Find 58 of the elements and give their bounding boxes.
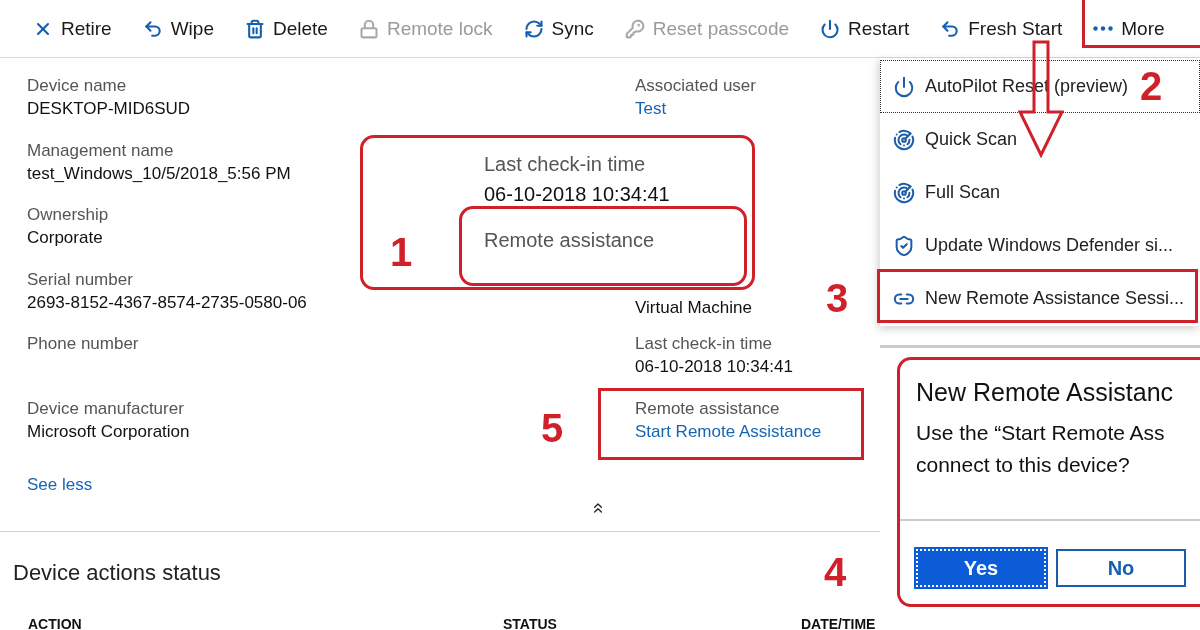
toolbar-button[interactable]: Retire <box>33 17 112 40</box>
property-label: Remote assistance <box>635 398 780 419</box>
property-value: test_Windows_10/5/2018_5:56 PM <box>27 162 291 185</box>
property-label: Associated user <box>635 76 756 96</box>
property-value: 06-10-2018 10:34:41 <box>635 356 793 379</box>
property-label: Device name <box>27 76 127 96</box>
menu-item[interactable]: New Remote Assistance Sessi... <box>880 272 1200 325</box>
property-link[interactable]: Start Remote Assistance <box>635 418 822 445</box>
trash-icon <box>245 18 265 39</box>
more-icon <box>1093 26 1114 31</box>
key-icon <box>624 18 645 39</box>
shield-icon <box>893 234 915 257</box>
section-title: Device actions status <box>13 560 221 586</box>
property-label: Management name <box>27 140 174 161</box>
power-icon <box>893 75 915 98</box>
radar-icon <box>893 128 915 151</box>
property-value: 2693-8152-4367-8574-2735-0580-06 <box>27 291 307 314</box>
column-header: ACTION <box>28 616 83 630</box>
toolbar-button[interactable]: Restart <box>820 17 910 40</box>
sync-icon <box>523 18 544 39</box>
step-number: 3 <box>826 278 849 318</box>
step-number: 1 <box>390 232 413 272</box>
property-value: Corporate <box>27 227 103 250</box>
property-label: Phone number <box>27 334 139 355</box>
undo-arrow-icon <box>142 18 163 39</box>
dialog-button[interactable]: No <box>1056 549 1186 587</box>
property-label: Last check-in time <box>635 334 772 355</box>
property-value: 06-10-2018 10:34:41 <box>484 183 670 206</box>
undo-arrow-icon <box>940 18 961 39</box>
property-label: Ownership <box>27 205 109 226</box>
menu-item[interactable]: Full Scan <box>880 166 1200 219</box>
power-icon <box>820 18 840 39</box>
toolbar-button[interactable]: Fresh Start <box>940 17 1063 40</box>
property-link[interactable]: Test <box>635 96 667 122</box>
property-label: Device manufacturer <box>27 398 184 419</box>
step-number: 4 <box>824 552 847 592</box>
see-less-link[interactable]: See less <box>27 471 93 498</box>
property-value: Virtual Machine <box>635 296 752 319</box>
toolbar-button[interactable]: Wipe <box>142 17 214 40</box>
toolbar-button[interactable]: Delete <box>245 17 328 40</box>
column-header: STATUS <box>503 616 558 630</box>
toolbar-button[interactable]: More <box>1093 17 1165 40</box>
menu-item[interactable]: Quick Scan <box>880 113 1200 166</box>
step-number: 5 <box>541 408 564 448</box>
property-label: Serial number <box>27 269 133 290</box>
step-number: 2 <box>1140 66 1163 106</box>
lock-icon <box>358 18 379 39</box>
dialog-button[interactable]: Yes <box>916 549 1046 587</box>
property-value: DESKTOP-MID6SUD <box>27 98 191 120</box>
toolbar-button[interactable]: Sync <box>523 17 594 40</box>
column-header: DATE/TIME <box>801 616 877 630</box>
radar-icon <box>893 181 915 204</box>
dialog-title: New Remote Assistanc <box>916 378 1175 407</box>
dialog-message: Use the “Start Remote Ass connect to this device? <box>916 420 1166 478</box>
property-label: Remote assistance <box>484 229 655 251</box>
menu-item[interactable]: Update Windows Defender si... <box>880 219 1200 272</box>
property-value: Microsoft Corporation <box>27 420 190 443</box>
property-label: Last check-in time <box>484 153 646 176</box>
